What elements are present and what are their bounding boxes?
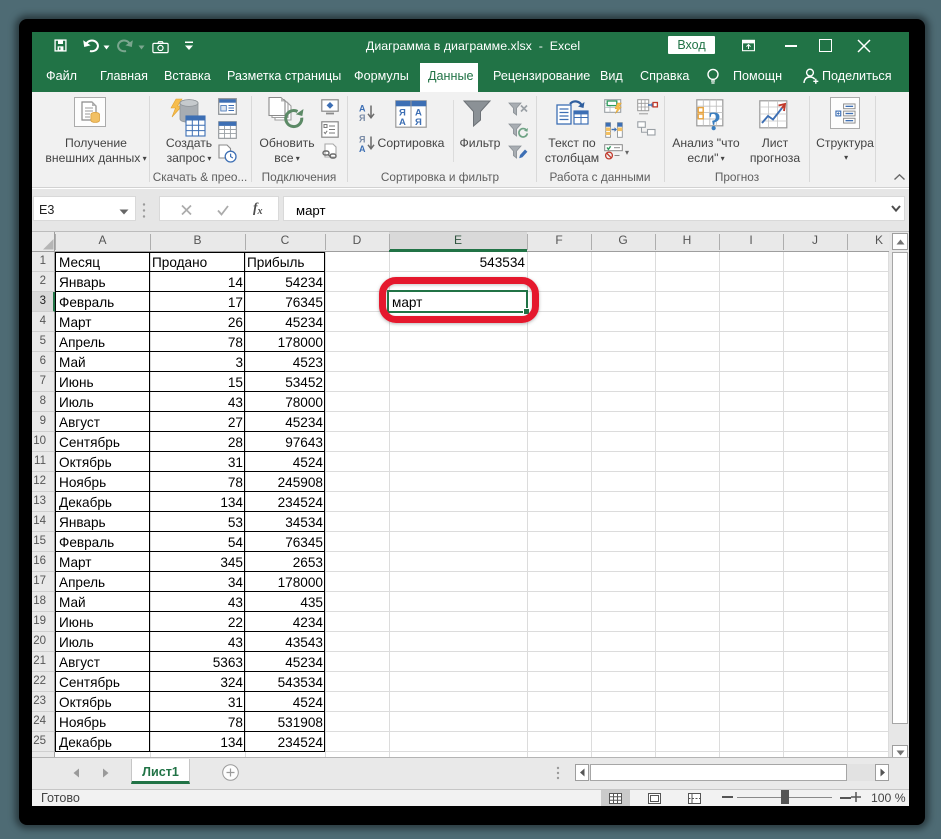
svg-text:А: А (359, 104, 366, 114)
svg-text:А: А (399, 117, 406, 128)
svg-text:?: ? (708, 107, 721, 136)
svg-text:Я: Я (359, 113, 365, 123)
svg-text:Я: Я (415, 117, 422, 128)
